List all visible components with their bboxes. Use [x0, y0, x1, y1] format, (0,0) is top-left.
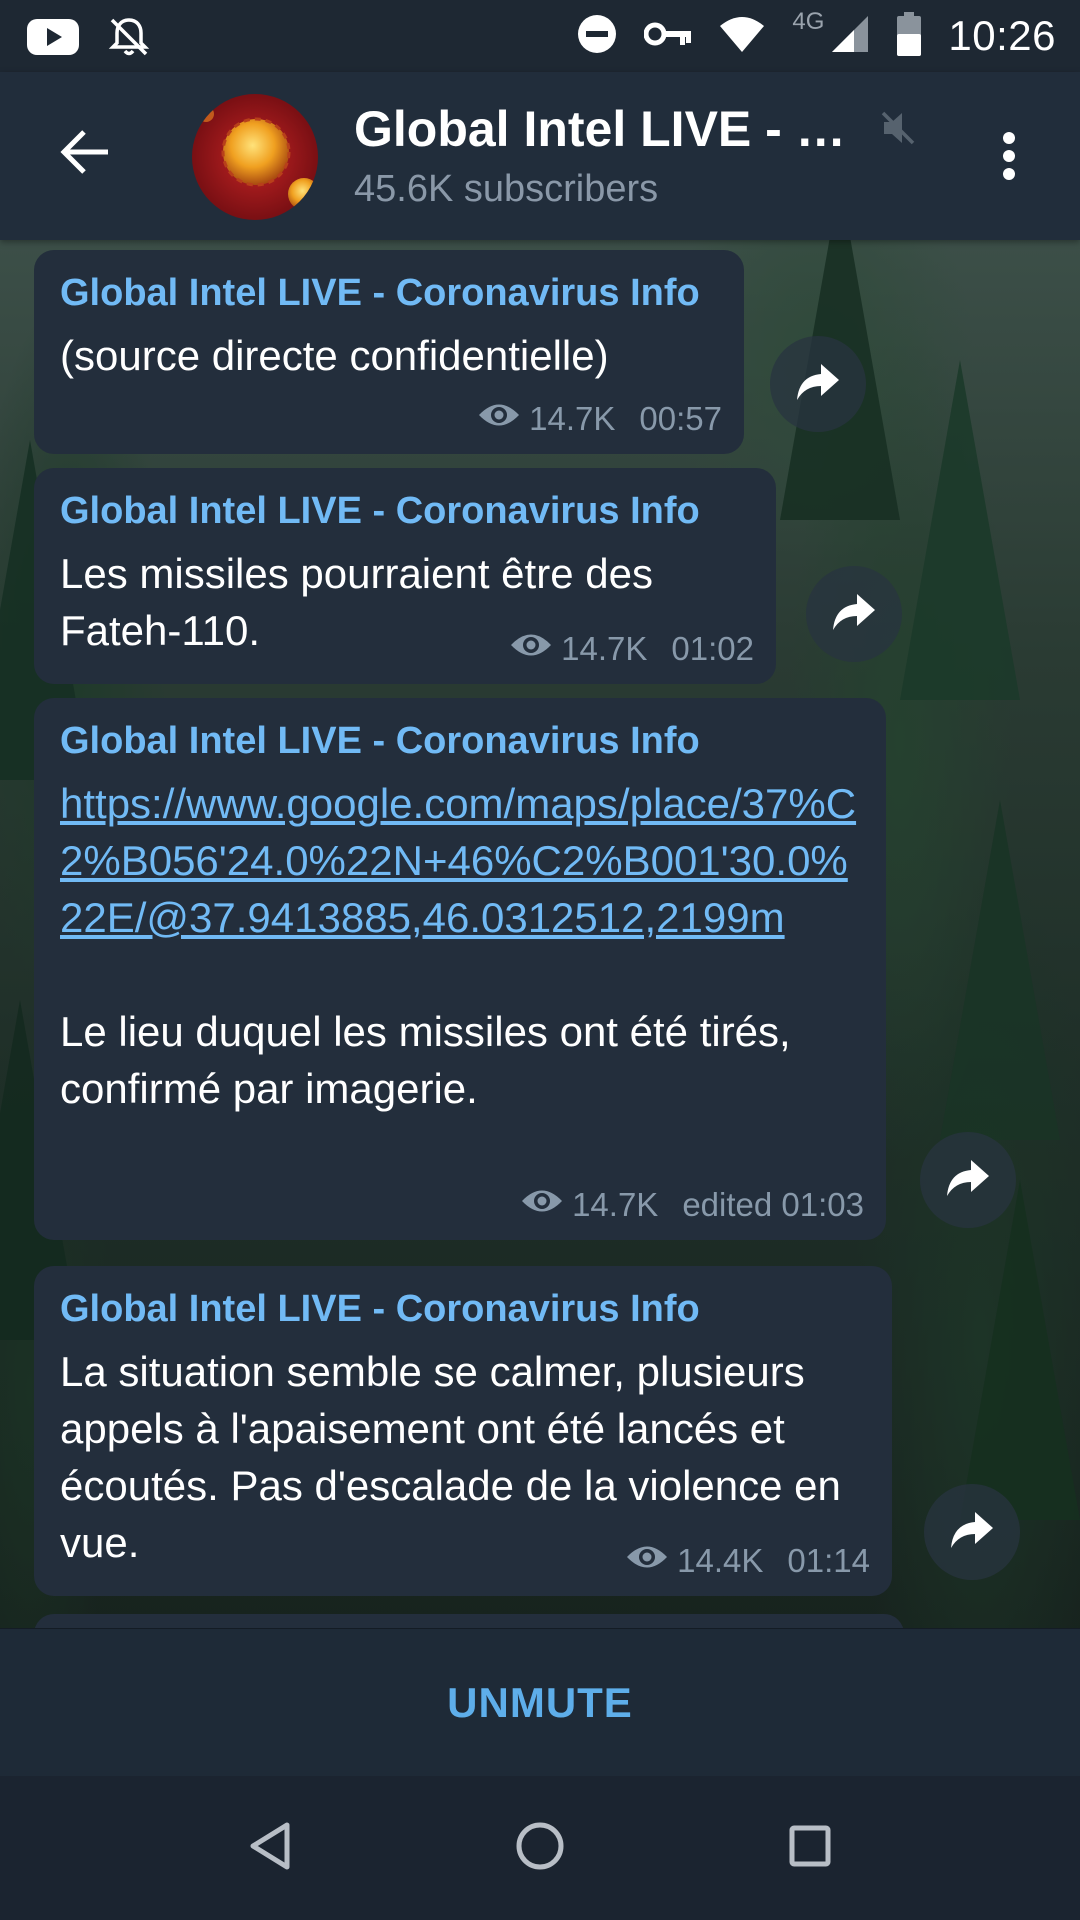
view-count: 14.7K — [572, 1186, 659, 1223]
do-not-disturb-icon — [576, 13, 618, 60]
message-bubble[interactable]: Global Intel LIVE - Coronavirus Info Les… — [34, 468, 776, 684]
message-time: 01:02 — [671, 630, 754, 667]
share-icon — [831, 592, 877, 637]
nav-back-button[interactable] — [234, 1812, 306, 1884]
message-meta: 14.7K edited 01:03 — [520, 1186, 864, 1224]
message-meta: 14.4K 01:14 — [625, 1542, 870, 1580]
view-count: 14.7K — [561, 630, 648, 667]
eye-icon — [509, 630, 553, 668]
volume-off-icon — [880, 110, 916, 146]
background-tree — [940, 800, 1060, 1140]
message-author: Global Intel LIVE - Coronavirus Info — [60, 490, 700, 532]
message-author: Global Intel LIVE - Coronavirus Info — [60, 720, 700, 762]
clock: 10:26 — [948, 12, 1056, 59]
nav-recents-icon — [788, 1824, 832, 1873]
network-type: 4G — [792, 8, 825, 35]
unmute-button[interactable]: UNMUTE — [0, 1628, 1080, 1776]
wifi-icon — [718, 14, 766, 59]
subscriber-count: 45.6K subscribers — [354, 168, 659, 210]
message-time: 00:57 — [639, 400, 722, 437]
status-bar: 4G 10:26 — [0, 0, 1080, 72]
message-meta: 14.7K 01:02 — [509, 630, 754, 668]
message-text: La situation semble se calmer, plusieurs… — [60, 1348, 841, 1566]
view-count: 14.7K — [529, 400, 616, 437]
background-tree — [900, 360, 1020, 700]
message-author: Global Intel LIVE - Coronavirus Info — [60, 272, 700, 314]
message-bubble[interactable]: Global Intel LIVE - Coronavirus Info htt… — [34, 698, 886, 1240]
back-button[interactable] — [44, 112, 128, 196]
message-link[interactable]: https://www.google.com/maps/place/37%C2%… — [60, 775, 860, 946]
message-text: (source directe confidentielle) — [60, 332, 609, 379]
nav-home-icon — [515, 1821, 565, 1876]
battery-icon — [896, 11, 922, 61]
notifications-off-icon — [106, 14, 152, 65]
arrow-back-icon — [60, 129, 112, 180]
nav-home-button[interactable] — [504, 1812, 576, 1884]
message-bubble-partial[interactable] — [34, 1614, 904, 1628]
channel-avatar[interactable] — [192, 94, 318, 220]
nav-back-icon — [247, 1821, 293, 1876]
view-count: 14.4K — [677, 1542, 764, 1579]
unmute-label: UNMUTE — [447, 1678, 633, 1726]
share-button[interactable] — [770, 336, 866, 432]
youtube-icon — [26, 17, 80, 62]
message-author: Global Intel LIVE - Coronavirus Info — [60, 1288, 700, 1330]
chat-background[interactable]: Global Intel LIVE - Coronavirus Info (so… — [0, 240, 1080, 1628]
chat-header: Global Intel LIVE - C… 45.6K subscribers — [0, 72, 1080, 240]
message-bubble[interactable]: Global Intel LIVE - Coronavirus Info La … — [34, 1266, 892, 1596]
nav-recents-button[interactable] — [774, 1812, 846, 1884]
share-button[interactable] — [920, 1132, 1016, 1228]
eye-icon — [520, 1186, 564, 1224]
share-button[interactable] — [806, 566, 902, 662]
share-icon — [795, 362, 841, 407]
more-options-button[interactable] — [984, 116, 1034, 200]
more-vert-icon — [1002, 131, 1016, 186]
cell-signal-icon — [830, 14, 870, 59]
channel-title[interactable]: Global Intel LIVE - C… — [354, 100, 874, 158]
eye-icon — [477, 400, 521, 438]
background-tree — [960, 1180, 1080, 1520]
message-bubble[interactable]: Global Intel LIVE - Coronavirus Info (so… — [34, 250, 744, 454]
share-icon — [945, 1158, 991, 1203]
eye-icon — [625, 1542, 669, 1580]
share-icon — [949, 1510, 995, 1555]
share-button[interactable] — [924, 1484, 1020, 1580]
message-meta: 14.7K 00:57 — [477, 400, 722, 438]
message-time: 01:14 — [787, 1542, 870, 1579]
vpn-key-icon — [643, 19, 692, 54]
message-text: Le lieu duquel les missiles ont été tiré… — [60, 1008, 791, 1112]
system-nav-bar — [0, 1776, 1080, 1920]
message-time: edited 01:03 — [682, 1186, 864, 1223]
